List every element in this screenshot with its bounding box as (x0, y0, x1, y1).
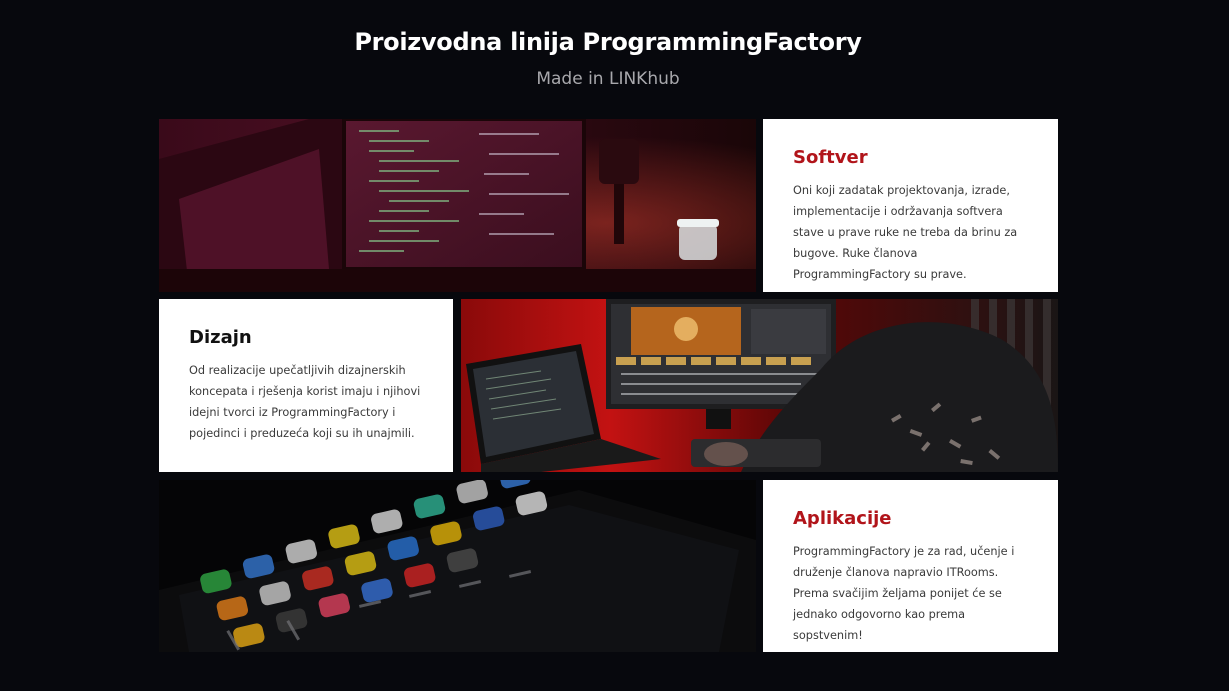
softver-heading: Softver (793, 147, 868, 168)
dizajn-card: Dizajn Od realizacije upečatljivih dizaj… (159, 299, 453, 472)
video-editing-image (461, 299, 1058, 472)
dizajn-text: Od realizacije upečatljivih dizajnerskih… (189, 364, 421, 440)
softver-text: Oni koji zadatak projektovanja, izrade, … (793, 184, 1018, 281)
dizajn-heading: Dizajn (189, 327, 252, 348)
code-monitor-image (159, 119, 756, 292)
aplikacije-heading: Aplikacije (793, 508, 892, 529)
softver-card: Softver Oni koji zadatak projektovanja, … (763, 119, 1058, 292)
page-title: Proizvodna linija ProgrammingFactory (354, 28, 862, 56)
smartphone-apps-image (159, 480, 756, 652)
aplikacije-card: Aplikacije ProgrammingFactory je za rad,… (763, 480, 1058, 652)
aplikacije-text: ProgrammingFactory je za rad, učenje i d… (793, 545, 1015, 642)
page-subtitle: Made in LINKhub (536, 69, 680, 89)
